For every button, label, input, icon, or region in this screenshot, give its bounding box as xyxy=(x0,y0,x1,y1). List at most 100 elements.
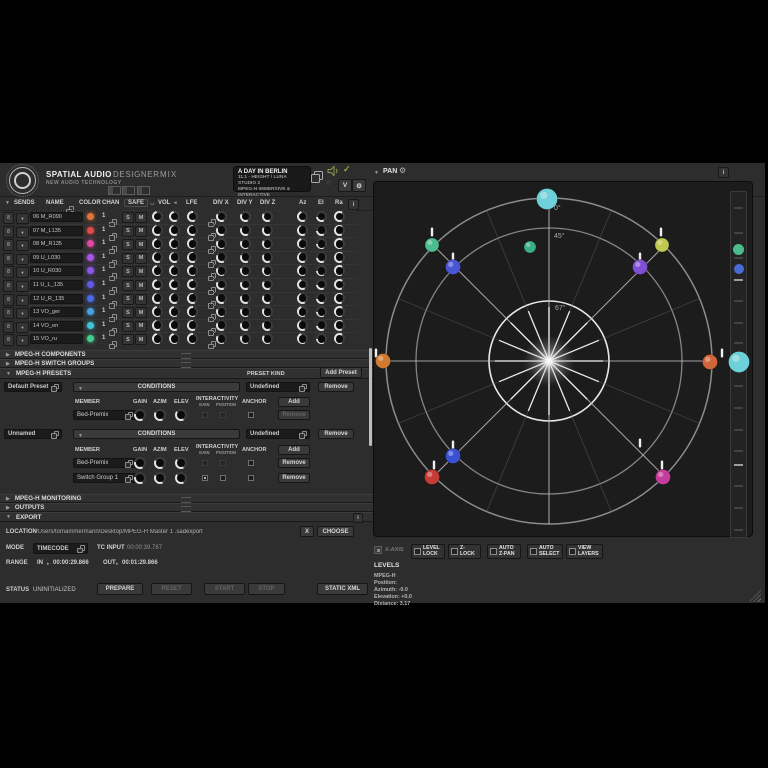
levels-line: Azimuth: -0.0 xyxy=(374,587,408,593)
audio-object-dot[interactable] xyxy=(375,353,391,369)
interactivity-gain-checkbox[interactable] xyxy=(202,475,208,481)
interactivity-position-checkbox[interactable] xyxy=(220,412,226,418)
angle-label: 0° xyxy=(554,204,561,212)
preset-kind-copy-icon[interactable] xyxy=(299,383,307,392)
member-name-field[interactable]: Switch Group 1 xyxy=(73,473,136,483)
anchor-col-label: ANCHOR xyxy=(242,399,267,405)
member-gain-knob[interactable] xyxy=(134,457,146,469)
remove-member-button[interactable]: Remove xyxy=(278,458,310,468)
audio-object-dot[interactable] xyxy=(445,448,461,464)
auto-select-toggle[interactable]: AUTO SELECT xyxy=(527,544,563,559)
z-lock-toggle[interactable]: Z-LOCK xyxy=(448,544,481,559)
remove-member-button[interactable]: Remove xyxy=(278,473,310,483)
conditions-dropdown-icon: ▼ xyxy=(78,385,83,392)
member-name-field[interactable]: Bed-Premix xyxy=(73,410,136,420)
reset-button[interactable]: RESET xyxy=(151,583,192,595)
range-out-value[interactable]: 00:01:29.866 xyxy=(122,560,158,566)
audio-object-dot[interactable] xyxy=(654,237,670,253)
interactivity-gain-checkbox[interactable] xyxy=(202,412,208,418)
audio-object-dot[interactable] xyxy=(702,354,718,370)
pan-canvas[interactable]: 0° 45° 67° xyxy=(373,181,753,538)
member-azim-knob[interactable] xyxy=(154,472,166,484)
z-lock-checkbox[interactable] xyxy=(451,548,458,555)
export-info-button[interactable]: i xyxy=(353,513,363,523)
pan-collapse-icon[interactable]: ▼ xyxy=(374,170,379,176)
audio-object-dot[interactable] xyxy=(523,240,537,254)
audio-object-dot[interactable] xyxy=(655,469,671,485)
member-elev-knob[interactable] xyxy=(175,457,187,469)
prepare-button[interactable]: PREPARE xyxy=(97,583,143,595)
add-member-button[interactable]: Add xyxy=(278,445,310,455)
elevation-meter[interactable] xyxy=(730,191,747,538)
levels-line: Elevation: +0.0 xyxy=(374,594,412,600)
interactivity-position-checkbox[interactable] xyxy=(220,475,226,481)
anchor-checkbox[interactable] xyxy=(248,412,254,418)
member-azim-knob[interactable] xyxy=(154,409,166,421)
section-mpegh-monitoring[interactable]: ▶ MPEG-H MONITORING xyxy=(0,494,374,503)
conditions-bar[interactable]: ▼ CONDITIONS xyxy=(73,382,240,392)
meter-object-dot[interactable] xyxy=(733,264,744,274)
speaker-tick-marker xyxy=(451,440,455,450)
auto-z-pan-checkbox[interactable] xyxy=(490,548,497,555)
preset-kind-field[interactable]: Undefined xyxy=(246,429,310,439)
section-outputs[interactable]: ▶ OUTPUTS xyxy=(0,503,374,512)
anchor-checkbox[interactable] xyxy=(248,460,254,466)
x-axis-toggle[interactable]: X-AXIS xyxy=(374,546,404,554)
auto-select-checkbox[interactable] xyxy=(530,548,537,555)
range-in-arrow-icon[interactable]: ▸ xyxy=(47,561,50,567)
pan-info-button[interactable]: i xyxy=(718,167,729,178)
meter-tick xyxy=(734,342,743,344)
remove-preset-button[interactable]: Remove xyxy=(318,382,354,392)
member-elev-knob[interactable] xyxy=(175,472,187,484)
auto-z-pan-toggle[interactable]: AUTO Z-PAN xyxy=(487,544,521,559)
member-copy-icon[interactable] xyxy=(125,474,133,483)
interactivity-position-checkbox[interactable] xyxy=(220,460,226,466)
range-in-value[interactable]: 00:00:29.866 xyxy=(53,560,89,566)
static-xml-button[interactable]: STATIC XML xyxy=(317,583,368,595)
member-azim-knob[interactable] xyxy=(154,457,166,469)
member-elev-knob[interactable] xyxy=(175,409,187,421)
audio-object-dot[interactable] xyxy=(424,237,440,253)
member-name-field[interactable]: Bed-Premix xyxy=(73,458,136,468)
left-panel-scrollbar[interactable] xyxy=(369,348,372,446)
audio-object-dot[interactable] xyxy=(632,259,648,275)
tc-input-label: TC INPUT xyxy=(97,545,125,551)
clear-location-button[interactable]: X xyxy=(300,526,314,537)
level-lock-toggle[interactable]: LEVEL LOCK xyxy=(411,544,445,559)
preset-name-field[interactable]: Default Preset xyxy=(4,382,62,392)
x-axis-checkbox[interactable] xyxy=(374,546,382,554)
member-copy-icon[interactable] xyxy=(125,411,133,420)
view-layers-checkbox[interactable] xyxy=(569,548,576,555)
mode-copy-icon[interactable] xyxy=(77,545,85,553)
interactivity-gain-label: GAIN xyxy=(199,450,210,455)
app-window: SPATIAL AUDIO DESIGNER MIX NEW AUDIO TEC… xyxy=(0,163,765,607)
section-label: MPEG-H MONITORING xyxy=(14,495,82,502)
remove-preset-button[interactable]: Remove xyxy=(318,429,354,439)
add-member-button[interactable]: Add xyxy=(278,397,310,407)
pan-gear-icon[interactable]: ⚙ xyxy=(399,166,406,175)
preset-kind-field[interactable]: Undefined xyxy=(246,382,310,392)
audio-object-dot[interactable] xyxy=(445,259,461,275)
member-gain-knob[interactable] xyxy=(134,472,146,484)
conditions-bar[interactable]: ▼ CONDITIONS xyxy=(73,429,240,439)
audio-object-dot[interactable] xyxy=(424,469,440,485)
remove-member-button[interactable]: Remove xyxy=(278,410,310,420)
choose-location-button[interactable]: CHOOSE xyxy=(317,526,354,537)
view-layers-toggle[interactable]: VIEW LAYERS xyxy=(566,544,603,559)
section-export[interactable]: ▼ EXPORT xyxy=(0,512,374,522)
mode-select[interactable]: TIMECODE xyxy=(33,543,88,554)
audio-object-dot[interactable] xyxy=(536,188,558,210)
anchor-checkbox[interactable] xyxy=(248,475,254,481)
preset-copy-icon[interactable] xyxy=(51,430,59,439)
preset-name-field[interactable]: Unnamed xyxy=(4,429,62,439)
level-lock-checkbox[interactable] xyxy=(414,548,421,555)
start-button[interactable]: START xyxy=(204,583,245,595)
meter-object-dot[interactable] xyxy=(733,243,744,255)
preset-copy-icon[interactable] xyxy=(51,383,59,392)
preset-kind-copy-icon[interactable] xyxy=(299,430,307,439)
member-gain-knob[interactable] xyxy=(134,409,146,421)
stop-button[interactable]: STOP xyxy=(248,583,285,595)
range-out-arrow-icon[interactable]: ▸ xyxy=(116,561,119,567)
member-copy-icon[interactable] xyxy=(125,459,133,468)
interactivity-gain-checkbox[interactable] xyxy=(202,460,208,466)
